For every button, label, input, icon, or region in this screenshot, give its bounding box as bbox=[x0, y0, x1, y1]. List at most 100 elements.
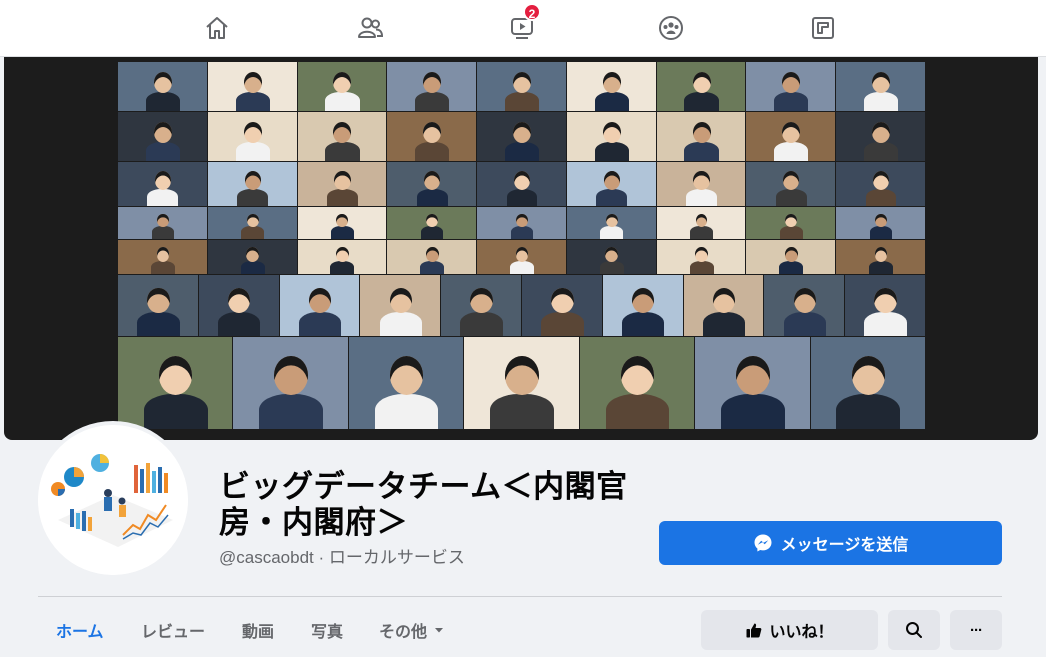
participant-face bbox=[605, 247, 619, 262]
participant-face bbox=[243, 72, 262, 93]
participant-face bbox=[333, 122, 352, 143]
video-call-tile bbox=[566, 162, 656, 206]
participant-body bbox=[864, 92, 899, 111]
video-call-tile bbox=[387, 240, 477, 274]
video-call-tile bbox=[656, 207, 746, 239]
participant-face bbox=[158, 356, 193, 395]
tab-reviews[interactable]: レビュー bbox=[141, 612, 205, 648]
cover-photo[interactable] bbox=[4, 57, 1038, 440]
tab-photos[interactable]: 写真 bbox=[311, 612, 343, 648]
participant-face bbox=[695, 213, 708, 228]
video-call-tile bbox=[845, 275, 925, 336]
page-category[interactable]: ローカルサービス bbox=[329, 548, 465, 567]
participant-body bbox=[869, 260, 894, 274]
participant-body bbox=[420, 260, 445, 274]
participant-body bbox=[690, 226, 713, 239]
video-call-tile bbox=[297, 162, 387, 206]
participant-face bbox=[874, 247, 888, 262]
video-call-tile bbox=[233, 337, 348, 429]
page-title-line-2: 房・内閣府＞ bbox=[219, 505, 408, 540]
thumbs-up-icon bbox=[746, 623, 762, 638]
video-call-tile bbox=[118, 207, 207, 239]
page-title-line-1: ビッグデータチーム＜内閣官 bbox=[219, 469, 628, 504]
participant-body bbox=[594, 92, 629, 111]
video-call-tile bbox=[656, 240, 746, 274]
friends-icon[interactable] bbox=[351, 9, 389, 47]
like-page-button[interactable]: いいね！ bbox=[701, 610, 878, 650]
participant-face bbox=[336, 247, 349, 262]
video-call-tile bbox=[566, 112, 656, 161]
video-call-tile bbox=[746, 162, 836, 206]
tab-videos[interactable]: 動画 bbox=[242, 612, 274, 648]
video-call-tile bbox=[207, 162, 297, 206]
participant-body bbox=[504, 142, 540, 161]
participant-face bbox=[425, 247, 439, 262]
participant-body bbox=[298, 312, 342, 336]
participant-body bbox=[721, 393, 785, 429]
tab-reviews-label: レビュー bbox=[141, 624, 206, 641]
participant-face bbox=[154, 171, 171, 190]
participant-body bbox=[774, 92, 809, 111]
video-call-tile bbox=[477, 112, 566, 161]
participant-face bbox=[736, 356, 770, 395]
video-call-tile bbox=[297, 62, 387, 111]
more-options-button[interactable]: ··· bbox=[950, 610, 1002, 650]
video-call-tile bbox=[656, 112, 746, 161]
participant-body bbox=[420, 226, 444, 239]
watch-icon[interactable]: 2 bbox=[503, 3, 541, 47]
participant-body bbox=[217, 312, 261, 336]
send-message-button[interactable]: メッセージを送信 bbox=[659, 521, 1002, 565]
participant-body bbox=[864, 312, 907, 336]
participant-body bbox=[327, 188, 358, 206]
tab-home-label: ホーム bbox=[56, 624, 104, 641]
participant-face bbox=[872, 72, 891, 93]
participant-face bbox=[516, 213, 528, 228]
participant-body bbox=[259, 393, 323, 429]
like-label: いいね！ bbox=[769, 624, 834, 641]
page-subtitle: @cascaobdt · ローカルサービス bbox=[219, 543, 465, 568]
participant-face bbox=[147, 287, 170, 314]
participant-face bbox=[512, 72, 531, 93]
participant-face bbox=[274, 356, 308, 395]
participant-face bbox=[602, 72, 621, 93]
participant-body bbox=[330, 260, 355, 274]
video-call-tile bbox=[477, 240, 566, 274]
video-call-tile bbox=[836, 62, 925, 111]
tab-more[interactable]: その他 bbox=[379, 612, 446, 648]
video-call-tile bbox=[207, 240, 297, 274]
video-call-tile bbox=[118, 240, 207, 274]
data-analytics-illustration bbox=[38, 425, 188, 575]
participant-face bbox=[603, 171, 620, 190]
tab-home[interactable]: ホーム bbox=[56, 612, 104, 648]
groups-icon[interactable] bbox=[652, 9, 690, 47]
participant-face bbox=[692, 122, 711, 143]
video-call-tile bbox=[566, 240, 656, 274]
participant-body bbox=[864, 142, 899, 161]
participant-face bbox=[875, 213, 888, 228]
participant-body bbox=[416, 188, 448, 206]
video-call-tile bbox=[297, 207, 387, 239]
video-call-tile bbox=[836, 240, 925, 274]
participant-face bbox=[333, 72, 352, 93]
participant-body bbox=[600, 226, 624, 239]
participant-body bbox=[780, 226, 803, 239]
video-call-tile bbox=[118, 162, 207, 206]
profile-picture[interactable] bbox=[38, 425, 188, 575]
video-call-tile bbox=[579, 337, 695, 429]
tab-photos-label: 写真 bbox=[311, 624, 344, 641]
video-call-tile bbox=[566, 207, 656, 239]
participant-face bbox=[424, 171, 441, 190]
participant-face bbox=[156, 213, 169, 228]
search-button[interactable] bbox=[888, 610, 940, 650]
participant-body bbox=[325, 142, 360, 161]
page-handle: @cascaobdt bbox=[219, 548, 314, 567]
profile-divider bbox=[38, 596, 1002, 597]
home-icon[interactable] bbox=[198, 9, 236, 47]
participant-face bbox=[695, 247, 708, 262]
participant-body bbox=[415, 92, 450, 111]
gaming-icon[interactable] bbox=[804, 9, 842, 47]
participant-body bbox=[235, 92, 270, 111]
participant-face bbox=[793, 287, 816, 314]
video-call-tile bbox=[522, 275, 602, 336]
video-call-tile bbox=[118, 112, 207, 161]
